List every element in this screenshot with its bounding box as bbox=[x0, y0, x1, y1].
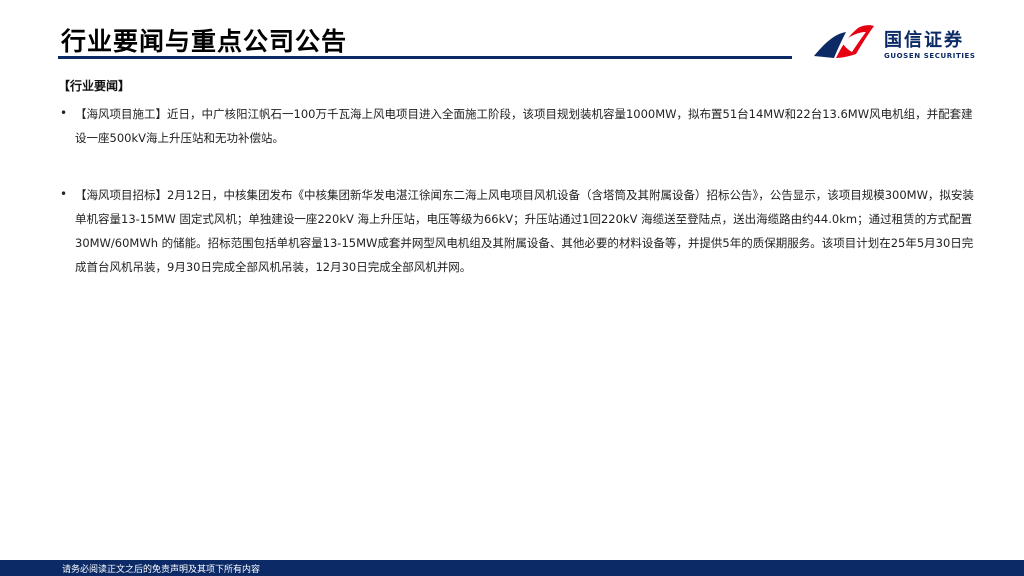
logo-name-en: GUOSEN SECURITIES bbox=[884, 52, 976, 60]
footer-disclaimer: 请务必阅读正文之后的免责声明及其项下所有内容 bbox=[62, 565, 261, 575]
company-logo: 国信证券 GUOSEN SECURITIES bbox=[812, 20, 984, 62]
news-item-1: 【海风项目施工】近日，中广核阳江帆石一100万千瓦海上风电项目进入全面施工阶段，… bbox=[75, 107, 973, 145]
footer-bar: 请务必阅读正文之后的免责声明及其项下所有内容 bbox=[0, 560, 1024, 576]
section-heading: 【行业要闻】 bbox=[58, 79, 131, 93]
bullet-1: • bbox=[60, 106, 68, 120]
guosen-logo-icon bbox=[814, 25, 874, 58]
news-item-2: 【海风项目招标】2月12日，中核集团发布《中核集团新华发电湛江徐闻东二海上风电项… bbox=[75, 188, 974, 274]
page-title: 行业要闻与重点公司公告 bbox=[61, 27, 348, 56]
title-underline bbox=[58, 56, 792, 59]
logo-name-cn: 国信证券 bbox=[884, 30, 964, 51]
bullet-2: • bbox=[60, 187, 68, 201]
